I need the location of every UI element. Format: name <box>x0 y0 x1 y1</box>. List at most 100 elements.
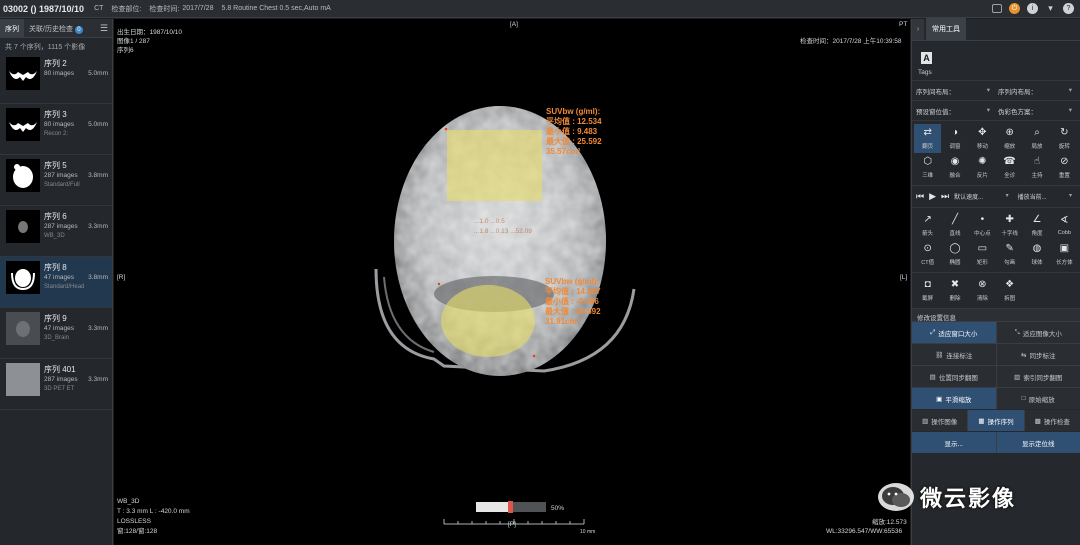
tool-reset[interactable]: ⊘ 重置 <box>1051 153 1078 182</box>
tool-window[interactable]: ◑ 调窗 <box>941 124 968 153</box>
pseudo-color-dropdown[interactable]: 伪彩色方案： ▾ <box>998 106 1076 116</box>
tool-center-point[interactable]: • 中心点 <box>969 211 996 240</box>
fit-image-button[interactable]: ⤡ 适应图像大小 <box>996 322 1080 343</box>
sphere-icon: ◍ <box>1032 242 1042 254</box>
tab-history[interactable]: 关联/历史检查 0 <box>24 19 88 37</box>
series-thickness: 5.0mm <box>88 121 108 128</box>
tool-diagnose[interactable]: ☎ 全诊 <box>996 153 1023 182</box>
original-zoom-button[interactable]: □ 原始缩放 <box>996 388 1080 409</box>
operate-study-button[interactable]: ▩ 操作检查 <box>1024 410 1080 431</box>
tool-split[interactable]: ❖ 拆图 <box>996 276 1023 305</box>
tool-ellipse[interactable]: ◯ 椭圆 <box>941 240 968 269</box>
original-zoom-label: 原始缩放 <box>1028 396 1055 404</box>
skip-forward-icon[interactable]: ⏭ <box>941 191 949 202</box>
play-speed-dropdown[interactable]: 默认速度... ▾ <box>954 192 1012 201</box>
window-icon[interactable] <box>992 4 1002 13</box>
position-sync-button[interactable]: ▤ 位置同步翻图 <box>912 366 996 387</box>
play-mode-dropdown[interactable]: 播放当前... ▾ <box>1018 192 1076 201</box>
roi-1-title: SUVbw (g/ml): <box>546 107 601 116</box>
fit-image-label: 适应图像大小 <box>1022 330 1062 338</box>
tool-cuboid[interactable]: ▣ 长方体 <box>1051 240 1078 269</box>
chevron-down-icon[interactable]: ▾ <box>1045 3 1056 14</box>
collapse-panel-icon[interactable]: › <box>912 19 924 40</box>
series-item[interactable]: 序列 6 287 images 3.3mm WB_3D <box>0 206 112 257</box>
tool-delete[interactable]: ✖ 删除 <box>941 276 968 305</box>
tool-label: 球体 <box>1031 259 1043 266</box>
tool-label: 缩放 <box>1004 143 1016 150</box>
in-series-layout-dropdown[interactable]: 序列内布局： ▾ <box>998 86 1076 96</box>
skip-back-icon[interactable]: ⏮ <box>916 191 924 202</box>
operate-series-button[interactable]: ▦ 操作序列 <box>968 410 1024 431</box>
modality-pt-label: PT <box>899 21 908 28</box>
help-icon[interactable]: ? <box>1063 3 1074 14</box>
tool-cobb[interactable]: ∢ Cobb <box>1051 211 1078 240</box>
series-thickness: 3.8mm <box>88 172 108 179</box>
series-item[interactable]: 序列 401 287 images 3.3mm 3D PET ET <box>0 359 112 410</box>
tool-rectangle[interactable]: ▭ 矩形 <box>969 240 996 269</box>
fit-window-button[interactable]: ⤢ 适应窗口大小 <box>912 322 996 343</box>
series-item[interactable]: 序列 2 80 images 5.0mm <box>0 53 112 104</box>
window-slider[interactable] <box>476 501 546 513</box>
sync-icon: ⇆ <box>1021 351 1027 359</box>
study-time-label: 检查时间: <box>149 5 180 13</box>
link-mark-button[interactable]: ⛓ 连接标注 <box>912 344 996 365</box>
play-icon[interactable]: ▶ <box>929 191 936 202</box>
series-item[interactable]: 序列 5 287 images 3.8mm Standard/Full <box>0 155 112 206</box>
tool-angle[interactable]: ∠ 角度 <box>1023 211 1050 240</box>
index-sync-icon: ▥ <box>1014 373 1021 381</box>
patient-info: 03002 () 1987/10/10 <box>3 3 85 14</box>
power-icon[interactable]: ⏻ <box>1009 3 1020 14</box>
tool-magnify[interactable]: ⌕ 局放 <box>1023 124 1050 153</box>
series-thumbnail <box>6 210 40 243</box>
birth-date-overlay: 出生日期：1987/10/10 <box>117 29 183 36</box>
series-item[interactable]: 序列 9 47 images 3.3mm 3D_Brain <box>0 308 112 359</box>
roi-2-area: 31.91cm² <box>545 317 580 326</box>
menu-icon[interactable]: ☰ <box>100 23 108 34</box>
magnify-icon: ⌕ <box>1034 126 1040 138</box>
tool-sphere[interactable]: ◍ 球体 <box>1023 240 1050 269</box>
series-thickness: 3.8mm <box>88 274 108 281</box>
window-preset-dropdown[interactable]: 预设窗位值： ▾ <box>916 106 994 116</box>
tool-draw[interactable]: ✎ 勾画 <box>996 240 1023 269</box>
tool-label: 重置 <box>1058 172 1070 179</box>
fit-window-label: 适应窗口大小 <box>938 330 978 338</box>
tool-invert[interactable]: ✺ 反片 <box>969 153 996 182</box>
tool-zoom[interactable]: ⊕ 缩放 <box>996 124 1023 153</box>
image-viewport[interactable]: [A] [P] [R] [L] PT 出生日期：1987/10/10 图像1 /… <box>114 19 910 545</box>
series-thumbnail <box>6 261 40 294</box>
index-sync-button[interactable]: ▥ 索引同步翻图 <box>996 366 1080 387</box>
tags-icon[interactable]: A <box>921 52 932 64</box>
tool-3d[interactable]: ⬡ 三维 <box>914 153 941 182</box>
smooth-zoom-button[interactable]: ▣ 平滑缩放 <box>912 388 996 409</box>
tool-move[interactable]: ✥ 移动 <box>969 124 996 153</box>
diagnose-icon: ☎ <box>1003 155 1016 167</box>
tool-clear[interactable]: ⊗ 清除 <box>969 276 996 305</box>
tool-ct-value[interactable]: ⊙ CT值 <box>914 240 941 269</box>
tool-host[interactable]: ☝ 主持 <box>1023 153 1050 182</box>
series-item[interactable]: 序列 3 80 images 5.0mm Recon 2: <box>0 104 112 155</box>
sync-mark-button[interactable]: ⇆ 同步标注 <box>996 344 1080 365</box>
show-location-line-button[interactable]: 显示定位线 <box>996 432 1080 453</box>
zoom-icon: ⊕ <box>1005 126 1014 138</box>
info-icon[interactable]: i <box>1027 3 1038 14</box>
tool-label: 移动 <box>976 143 988 150</box>
camera-icon: ◘ <box>924 278 931 290</box>
series-layout-dropdown[interactable]: 序列间布局： ▾ <box>916 86 994 96</box>
roi-2-stats: SUVbw (g/ml): 平均值 : 14.887 最小值 : -0.406 … <box>545 277 601 327</box>
settings-section-title: 修改设置信息 <box>912 309 1080 322</box>
show-label-button[interactable]: 显示... <box>912 432 996 453</box>
series-image-count: 287 images <box>44 376 78 383</box>
tool-page[interactable]: ⇄ 翻页 <box>914 124 942 153</box>
tool-arrow[interactable]: ↗ 箭头 <box>914 211 941 240</box>
tool-line[interactable]: ╱ 直线 <box>941 211 968 240</box>
tab-series[interactable]: 序列 <box>0 19 24 37</box>
series-summary: 共 7 个序列，1115 个影像 <box>5 44 86 51</box>
series-item-selected[interactable]: 序列 8 47 images 3.8mm Standard/Head <box>0 257 112 308</box>
tool-fusion[interactable]: ◉ 融合 <box>941 153 968 182</box>
tool-crosshair[interactable]: ✚ 十字线 <box>996 211 1023 240</box>
tool-screenshot[interactable]: ◘ 截屏 <box>914 276 941 305</box>
operate-image-button[interactable]: ▨ 操作图像 <box>912 410 968 431</box>
tab-common-tools[interactable]: 常用工具 <box>926 18 966 40</box>
clear-icon: ⊗ <box>978 278 987 290</box>
tool-rotate[interactable]: ↻ 旋转 <box>1051 124 1078 153</box>
